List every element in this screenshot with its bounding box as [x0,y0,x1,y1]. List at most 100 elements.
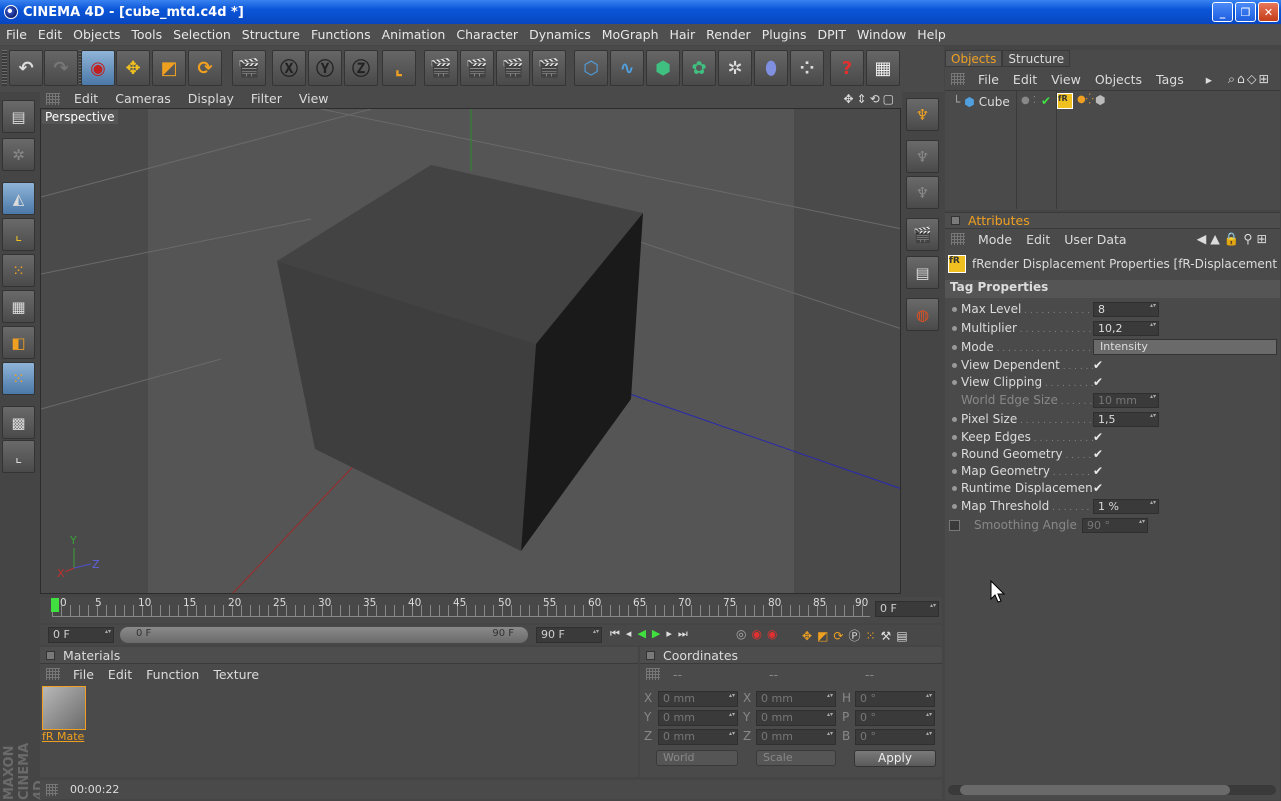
document-icon[interactable]: ▤ [906,256,939,289]
materials-menu-edit[interactable]: Edit [101,667,139,682]
points-mode-icon[interactable]: ⁙ [2,254,35,287]
help-pointer-icon[interactable]: ? [830,50,864,86]
move-icon[interactable]: ✥ [116,50,150,86]
nurbs-icon[interactable]: ⬢ [646,50,680,86]
animation-dot-icon[interactable] [952,362,957,368]
menu-edit[interactable]: Edit [32,27,67,42]
checkerboard-icon[interactable]: ▩ [2,406,35,439]
view-dependent-checkbox[interactable]: ✔ [1093,359,1106,372]
render-clapper-icon[interactable]: 🎬 [906,218,939,251]
scene-icon[interactable]: ✲ [718,50,752,86]
tab-objects[interactable]: Objects [945,50,1003,67]
attributes-menu-mode[interactable]: Mode [971,232,1019,247]
tab-structure[interactable]: Structure [1002,50,1071,67]
frender-tag-icon[interactable]: fR [1057,93,1073,109]
menu-grip-icon[interactable] [646,668,660,680]
deformer-icon[interactable]: ⬮ [754,50,788,86]
play-forward-icon[interactable]: ▶ [652,627,666,640]
animation-dot-icon[interactable] [952,468,957,474]
animation-dot-icon[interactable] [952,485,957,491]
apply-button[interactable]: Apply [854,750,936,767]
position-y-field[interactable]: 0 mm [658,710,738,726]
horizontal-scrollbar[interactable] [948,785,1276,795]
menu-functions[interactable]: Functions [305,27,376,42]
objects-menu-objects[interactable]: Objects [1088,72,1149,87]
menu-structure[interactable]: Structure [236,27,305,42]
menu-help[interactable]: Help [911,27,951,42]
viewport-menu-display[interactable]: Display [180,91,243,106]
toolbar-grip[interactable] [2,50,7,86]
scale-icon[interactable]: ◩ [152,50,186,86]
previous-key-icon[interactable]: ◂ [626,627,638,640]
texture-tag-icon[interactable]: ●⁛ [1077,94,1094,105]
undo-icon[interactable]: ↶ [9,50,43,86]
runtime-displacement-checkbox[interactable]: ✔ [1093,482,1106,495]
timeline-ruler[interactable]: 0 5 10 15 20 25 30 35 40 45 50 55 60 65 … [40,597,942,623]
character-joint-icon[interactable]: ♆ [906,176,939,209]
environment-icon[interactable]: ⁘ [790,50,824,86]
round-geometry-checkbox[interactable]: ✔ [1093,448,1106,461]
objects-menu-edit[interactable]: Edit [1006,72,1044,87]
menu-grip-icon[interactable] [951,233,965,245]
x-axis-lock-icon[interactable]: Ⓧ [272,50,306,86]
rotation-p-field[interactable]: 0 ° [855,710,935,726]
record-mode-icon[interactable]: ◎ [736,627,751,641]
key-parameter-icon[interactable]: Ⓟ [848,629,865,643]
smoothing-checkbox[interactable] [949,519,960,531]
menu-grip-icon[interactable] [46,668,60,680]
object-axis-icon[interactable]: ⌞ [2,218,35,251]
animation-dot-icon[interactable] [952,325,957,331]
material-item[interactable]: fR Mate [42,686,86,744]
menu-tools[interactable]: Tools [125,27,167,42]
z-axis-lock-icon[interactable]: Ⓩ [344,50,378,86]
objects-menu-tags[interactable]: Tags [1149,72,1191,87]
menu-character[interactable]: Character [450,27,523,42]
start-frame-field[interactable]: 0 F [48,627,114,643]
menu-render[interactable]: Render [700,27,756,42]
coordinate-system-icon[interactable]: ⌞ [382,50,416,86]
snap-icon[interactable]: ⌞ [2,440,35,473]
materials-menu-texture[interactable]: Texture [206,667,266,682]
animation-dot-icon[interactable] [952,379,957,385]
recent-tools-icon[interactable]: 🎬 [232,50,266,86]
keep-edges-checkbox[interactable]: ✔ [1093,431,1106,444]
y-axis-lock-icon[interactable]: Ⓨ [308,50,342,86]
menu-dynamics[interactable]: Dynamics [523,27,596,42]
pixel-size-field[interactable]: 1,5 [1093,411,1159,427]
menu-grip-icon[interactable] [951,73,965,85]
render-view-icon[interactable]: 🎬 [424,50,458,86]
menu-selection[interactable]: Selection [167,27,236,42]
viewport-menu-cameras[interactable]: Cameras [107,91,180,106]
materials-menu-file[interactable]: File [66,667,101,682]
max-level-field[interactable]: 8 [1093,301,1159,317]
attributes-menu-edit[interactable]: Edit [1019,232,1057,247]
map-threshold-field[interactable]: 1 % [1093,498,1159,514]
material-tag-icon[interactable]: ⬢ [1095,93,1105,107]
multiplier-field[interactable]: 10,2 [1093,320,1159,336]
timeline-icon[interactable]: ▤ [896,629,912,643]
close-button[interactable]: ✕ [1258,2,1279,22]
record-icon[interactable]: ◉ [751,627,766,641]
next-key-icon[interactable]: ▸ [666,627,678,640]
map-geometry-checkbox[interactable]: ✔ [1093,465,1106,478]
model-mode-icon[interactable]: ◭ [2,182,35,215]
position-x-field[interactable]: 0 mm [658,691,738,707]
play-backward-icon[interactable]: ◀ [637,627,651,640]
viewport-menu-view[interactable]: View [291,91,338,106]
animation-dot-icon[interactable] [952,451,957,457]
menu-animation[interactable]: Animation [376,27,451,42]
animation-dot-icon[interactable] [952,503,957,509]
mode-dropdown[interactable]: Intensity [1093,339,1277,355]
minimize-button[interactable]: _ [1212,2,1233,22]
viewport-menu-edit[interactable]: Edit [66,91,107,106]
position-z-field[interactable]: 0 mm [658,729,738,745]
size-z-field[interactable]: 0 mm [756,729,836,745]
current-frame-field[interactable]: 0 F [875,601,939,617]
menu-mograph[interactable]: MoGraph [596,27,664,42]
range-slider[interactable]: 0 F 90 F [120,627,528,643]
object-row-cube[interactable]: └ ⬢ Cube [953,95,1010,109]
viewport-nav-icons[interactable]: ✥⇕⟲▢ [843,92,897,106]
key-pla-icon[interactable]: ⁙ [865,629,880,643]
end-frame-field[interactable]: 90 F [536,627,602,643]
menu-hair[interactable]: Hair [664,27,701,42]
